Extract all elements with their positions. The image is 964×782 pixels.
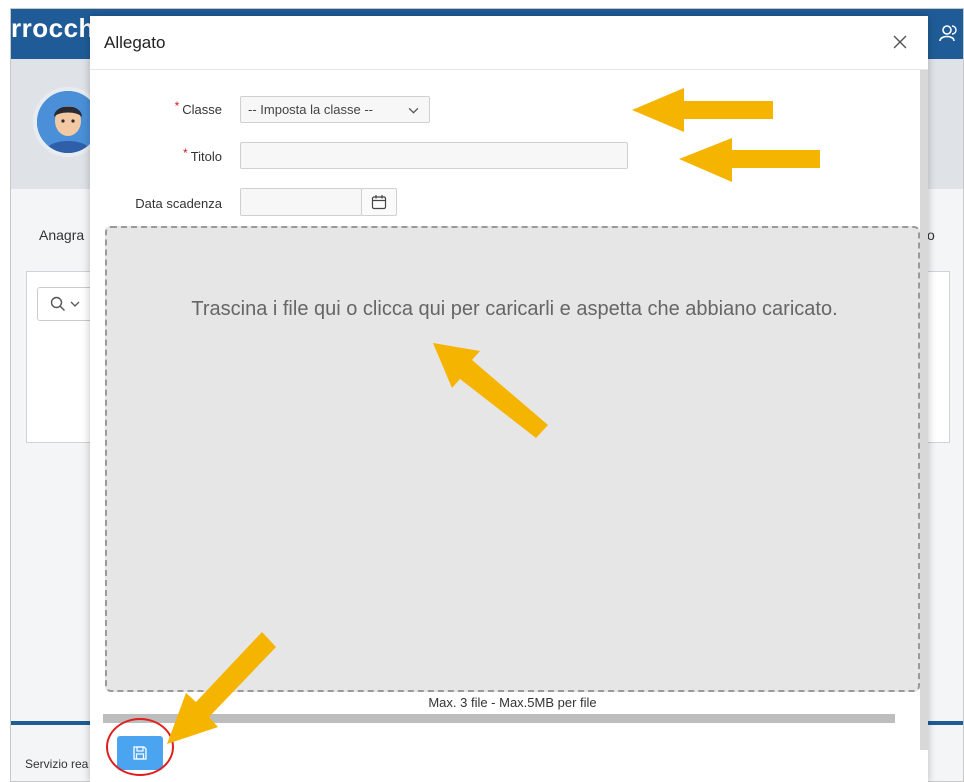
chevron-down-icon	[408, 107, 419, 114]
users-icon[interactable]	[939, 23, 959, 43]
horizontal-scrollbar[interactable]	[103, 714, 895, 723]
footer-text: Servizio rea	[25, 757, 89, 771]
file-dropzone[interactable]: Trascina i file qui o clicca qui per car…	[105, 226, 920, 692]
annotation-circle	[106, 718, 174, 776]
titolo-input[interactable]	[240, 142, 628, 169]
search-icon	[50, 296, 65, 311]
date-picker-button[interactable]	[361, 188, 397, 216]
dropzone-limit-text: Max. 3 file - Max.5MB per file	[428, 695, 597, 710]
classe-select-value: -- Imposta la classe --	[248, 102, 373, 117]
classe-label: * Classe	[174, 99, 222, 117]
dropzone-instructions: Trascina i file qui o clicca qui per car…	[191, 298, 838, 320]
calendar-icon	[371, 195, 387, 210]
app-title: rrocch	[11, 13, 95, 43]
chevron-down-icon	[70, 301, 80, 307]
required-marker: *	[183, 146, 188, 160]
tab-right[interactable]: o	[927, 227, 935, 243]
tab-anagrafica[interactable]: Anagra	[39, 227, 84, 243]
data-scadenza-label: Data scadenza	[135, 196, 222, 211]
dialog-title: Allegato	[104, 33, 166, 52]
allegato-dialog: Allegato * Classe -- Imposta la classe --…	[90, 16, 928, 782]
close-icon	[893, 35, 907, 49]
required-marker: *	[174, 99, 180, 113]
dialog-header: Allegato	[90, 16, 928, 70]
search-dropdown[interactable]	[37, 287, 93, 321]
close-button[interactable]	[888, 30, 912, 54]
data-scadenza-input[interactable]	[240, 188, 362, 216]
titolo-label: * Titolo	[183, 146, 222, 164]
classe-select[interactable]: -- Imposta la classe --	[240, 96, 430, 123]
vertical-scrollbar[interactable]	[920, 70, 928, 750]
